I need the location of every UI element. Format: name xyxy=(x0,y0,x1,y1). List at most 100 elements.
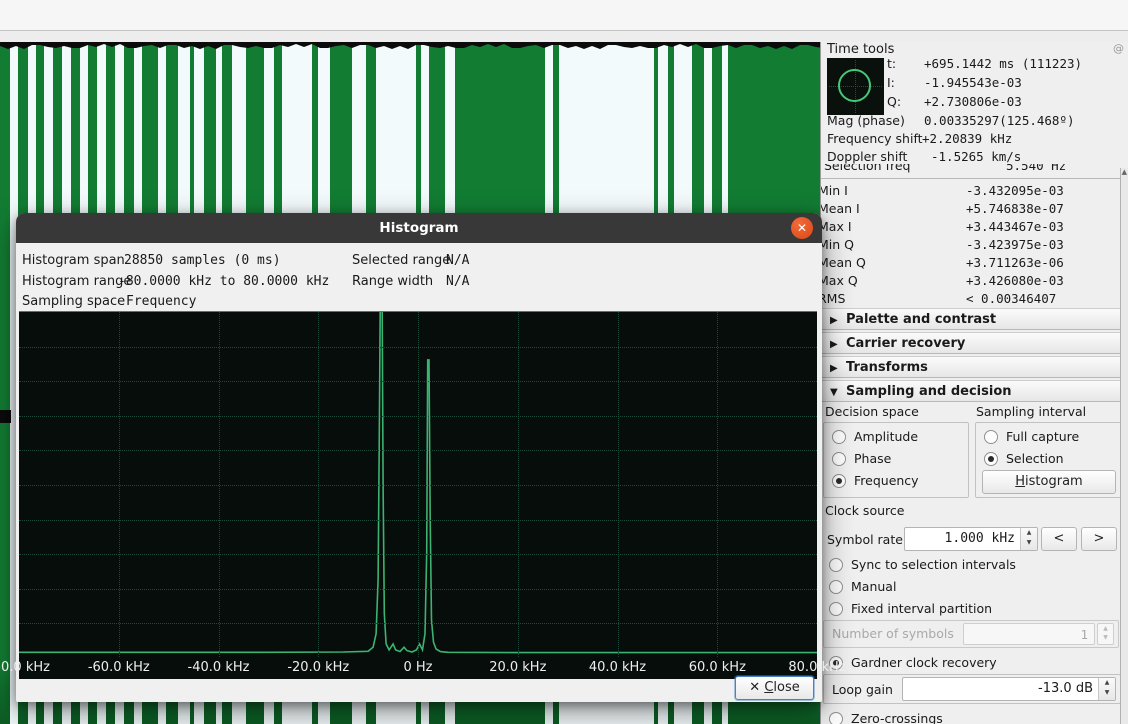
axis-tick-label: -40.0 kHz xyxy=(188,660,250,675)
loop-gain-group: Loop gain -13.0 dB ▲▼ xyxy=(823,674,1121,704)
symbol-rate-next-button[interactable]: > xyxy=(1081,527,1117,551)
grid-line xyxy=(618,312,619,657)
selection-freq-row: Selection freq 5.540 Hz xyxy=(821,164,1128,176)
histogram-span-value: 28850 samples (0 ms) xyxy=(124,253,281,268)
grid-line xyxy=(717,312,718,657)
sampling-interval-option-full-capture[interactable]: Full capture xyxy=(976,426,1122,448)
panel-separator xyxy=(821,178,1128,179)
selection-freq-value: 5.540 Hz xyxy=(1006,164,1066,173)
radio-icon[interactable] xyxy=(984,430,998,444)
radio-icon[interactable] xyxy=(832,474,846,488)
symbol-rate-prev-button[interactable]: < xyxy=(1041,527,1077,551)
axis-tick-label: 40.0 kHz xyxy=(589,660,646,675)
constellation-display xyxy=(827,58,884,115)
histogram-x-axis: -80.0 kHz-60.0 kHz-40.0 kHz-20.0 kHz0 Hz… xyxy=(19,657,817,679)
chevron-right-icon: ▶ xyxy=(830,358,846,379)
selection-freq-label: Selection freq xyxy=(824,164,910,173)
grid-line xyxy=(418,312,419,657)
histogram-span-label: Histogram span xyxy=(22,253,125,268)
section-header-palette-and-contrast[interactable]: ▶Palette and contrast xyxy=(821,308,1123,330)
clock-source-option-gardner-clock-recovery[interactable]: Gardner clock recovery xyxy=(821,652,1121,674)
clock-source-label: Clock source xyxy=(825,503,904,518)
symbol-rate-value[interactable]: 1.000 kHz xyxy=(945,531,1015,546)
chevron-down-icon: ▼ xyxy=(830,382,846,403)
stat-row: Min I-3.432095e-03 xyxy=(821,183,1128,201)
number-of-symbols-label: Number of symbols xyxy=(832,626,954,641)
stat-row: Min Q-3.423975e-03 xyxy=(821,237,1128,255)
radio-icon[interactable] xyxy=(832,430,846,444)
sampling-space-row: Sampling space Frequency xyxy=(16,294,822,312)
sampling-interval-option-selection[interactable]: Selection xyxy=(976,448,1122,470)
close-button[interactable]: ✕ Close xyxy=(735,676,814,700)
chevron-right-icon: ▶ xyxy=(830,310,846,331)
clock-source-option-manual[interactable]: Manual xyxy=(821,576,1121,598)
symbol-rate-spinner[interactable]: ▲▼ xyxy=(1020,528,1037,550)
axis-tick-label: 60.0 kHz xyxy=(689,660,746,675)
histogram-dialog: Histogram ✕ Histogram span 28850 samples… xyxy=(16,213,822,702)
radio-icon[interactable] xyxy=(832,452,846,466)
corner-glyph: @ xyxy=(1113,42,1124,55)
axis-tick-label: -60.0 kHz xyxy=(88,660,150,675)
symbol-rate-spinbox[interactable]: 1.000 kHz ▲▼ xyxy=(904,527,1038,551)
range-width-label: Range width xyxy=(352,274,433,289)
histogram-plot[interactable] xyxy=(19,311,817,657)
iq-statistics: Min I-3.432095e-03Mean I+5.746838e-07Max… xyxy=(821,183,1128,309)
axis-tick-label: 20.0 kHz xyxy=(489,660,546,675)
app-top-bar xyxy=(0,0,1128,42)
constellation-ring xyxy=(838,69,871,102)
stat-row: RMS< 0.00346407 xyxy=(821,291,1128,309)
loop-gain-value[interactable]: -13.0 dB xyxy=(1038,681,1093,696)
axis-tick-label: -20.0 kHz xyxy=(287,660,349,675)
selected-range-value: N/A xyxy=(446,253,469,268)
decision-space-group: AmplitudePhaseFrequency xyxy=(823,422,969,498)
section-header-carrier-recovery[interactable]: ▶Carrier recovery xyxy=(821,332,1123,354)
radio-icon[interactable] xyxy=(829,602,843,616)
decision-space-option-phase[interactable]: Phase xyxy=(824,448,968,470)
axis-tick-label: -80.0 kHz xyxy=(0,660,50,675)
sampling-space-value: Frequency xyxy=(126,294,196,309)
stat-row: Max Q+3.426080e-03 xyxy=(821,273,1128,291)
chevron-right-icon: ▶ xyxy=(830,334,846,355)
waterfall-stripe xyxy=(0,42,10,724)
gardner-option: Gardner clock recovery xyxy=(821,652,1121,674)
radio-icon[interactable] xyxy=(829,580,843,594)
scrollbar-up-icon[interactable]: ▲ xyxy=(1122,168,1127,176)
axis-tick-label: 80.0 kHz xyxy=(788,660,845,675)
sampling-interval-group: Full captureSelection Histogram xyxy=(975,422,1123,498)
radio-icon[interactable] xyxy=(984,452,998,466)
dialog-title: Histogram xyxy=(379,220,458,236)
close-x-icon: ✕ xyxy=(749,680,760,695)
radio-icon[interactable] xyxy=(829,558,843,572)
grid-line xyxy=(219,312,220,657)
histogram-range-row: Histogram range -80.0000 kHz to 80.0000 … xyxy=(16,274,822,292)
panel-scrollbar[interactable] xyxy=(1120,168,1128,724)
decision-space-option-frequency[interactable]: Frequency xyxy=(824,470,968,492)
clock-source-option-sync-to-selection-intervals[interactable]: Sync to selection intervals xyxy=(821,554,1121,576)
number-of-symbols-row: Number of symbols 1 ▲▼ xyxy=(823,620,1119,648)
mag-phase-value: 0.00335297(125.468º) xyxy=(924,113,1075,128)
dialog-titlebar[interactable]: Histogram ✕ xyxy=(16,213,822,243)
loop-gain-spinbox[interactable]: -13.0 dB ▲▼ xyxy=(902,677,1116,701)
radio-icon[interactable] xyxy=(829,712,843,724)
histogram-button[interactable]: Histogram xyxy=(982,470,1116,494)
clock-source-option-fixed-interval-partition[interactable]: Fixed interval partition xyxy=(821,598,1121,620)
clock-source-options: Sync to selection intervalsManualFixed i… xyxy=(821,554,1121,620)
selected-range-label: Selected range xyxy=(352,253,450,268)
decision-space-option-amplitude[interactable]: Amplitude xyxy=(824,426,968,448)
number-of-symbols-input: 1 xyxy=(963,623,1095,645)
stat-row: Mean Q+3.711263e-06 xyxy=(821,255,1128,273)
waterfall-left-marker[interactable] xyxy=(0,410,11,423)
frequency-shift-label: Frequency shift xyxy=(827,131,923,146)
stat-row: Max I+3.443467e-03 xyxy=(821,219,1128,237)
side-panel: Time tools @ t:+695.1442 ms (111223)I:-1… xyxy=(820,42,1128,724)
section-header-transforms[interactable]: ▶Transforms xyxy=(821,356,1123,378)
histogram-span-row: Histogram span 28850 samples (0 ms) Sele… xyxy=(16,253,822,271)
section-header-sampling-and-decision[interactable]: ▼Sampling and decision xyxy=(821,380,1123,402)
loop-gain-spinner[interactable]: ▲▼ xyxy=(1098,678,1115,700)
window-close-icon[interactable]: ✕ xyxy=(791,217,813,239)
frequency-shift-value: +2.20839 kHz xyxy=(922,131,1012,146)
histogram-range-value: -80.0000 kHz to 80.0000 kHz xyxy=(118,274,329,289)
mag-phase-label: Mag (phase) xyxy=(827,113,905,128)
symbol-rate-label: Symbol rate xyxy=(827,532,903,547)
clock-source-option-zero-crossings[interactable]: Zero-crossings xyxy=(821,708,1121,724)
